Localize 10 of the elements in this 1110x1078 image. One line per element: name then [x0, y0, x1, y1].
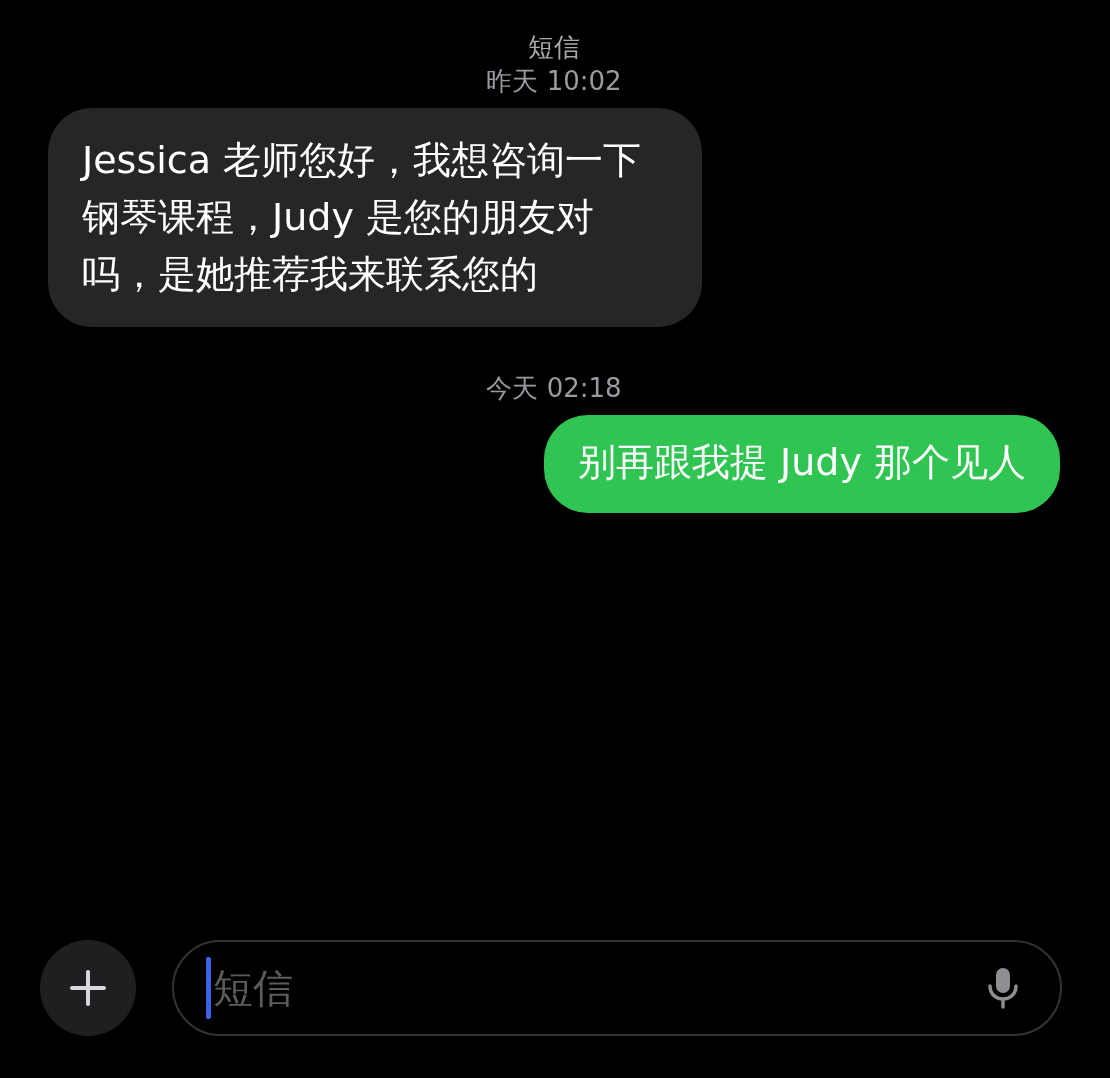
microphone-icon[interactable] — [986, 966, 1020, 1010]
sent-message-bubble: 别再跟我提 Judy 那个见人 — [543, 415, 1060, 513]
message-timestamp: 昨天 10:02 — [486, 65, 622, 98]
message-composer-field[interactable]: 短信 — [172, 940, 1062, 1036]
message-input-field[interactable]: 短信 — [211, 965, 986, 1011]
received-message-bubble: Jessica 老师您好，我想咨询一下钢琴课程，Judy 是您的朋友对吗，是她推荐我来联系您的 — [48, 108, 702, 327]
conversation-title: 短信 — [528, 31, 580, 64]
plus-icon — [69, 969, 107, 1007]
text-cursor — [206, 957, 211, 1019]
message-timestamp: 今天 02:18 — [486, 372, 622, 405]
